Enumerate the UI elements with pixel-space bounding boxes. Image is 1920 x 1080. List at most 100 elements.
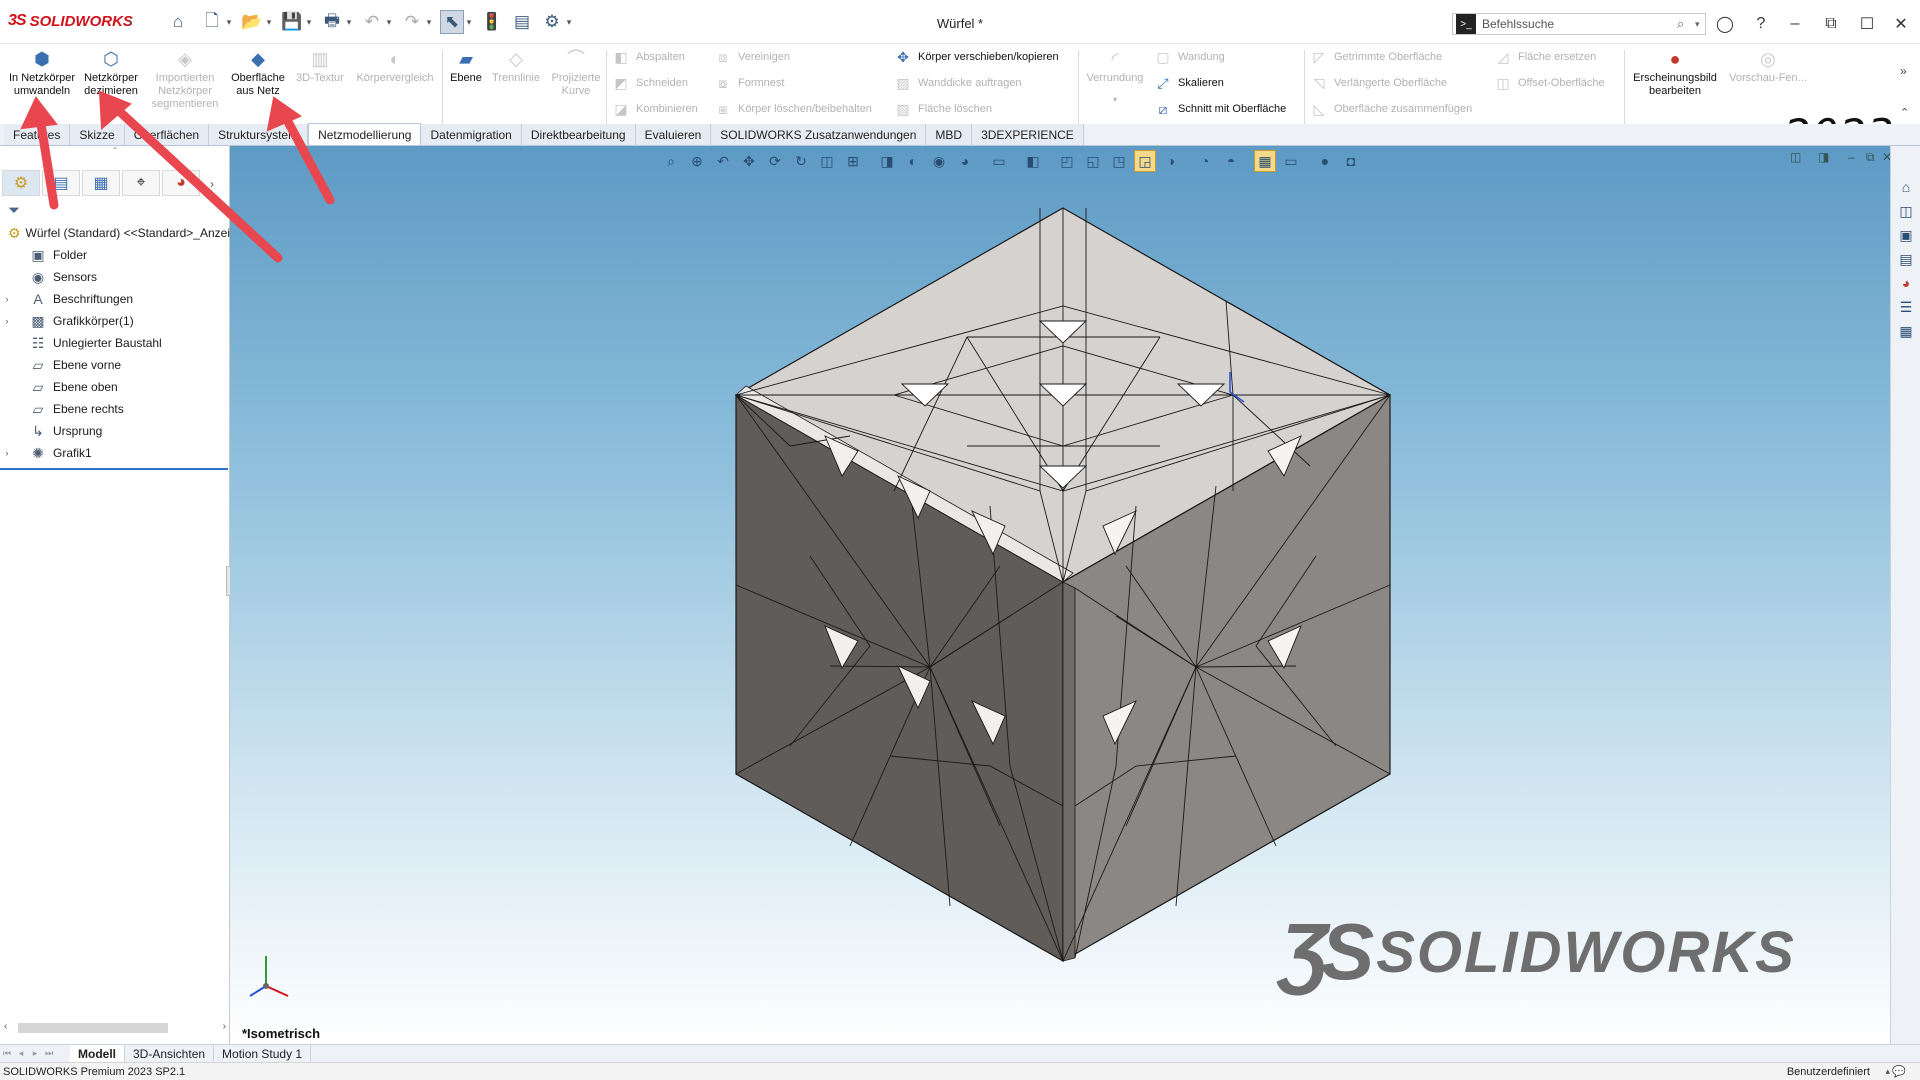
search-icon[interactable]: ⌕ xyxy=(1677,16,1695,32)
extended-surface-button[interactable]: ◹ Verlängerte Oberfläche xyxy=(1310,72,1448,94)
feature-manager-icon[interactable]: ⚙ xyxy=(2,170,40,196)
select-icon[interactable]: ⬉ xyxy=(440,10,464,34)
chevron-down-icon[interactable]: ▾ xyxy=(1695,19,1705,30)
options-gear-icon[interactable]: ⚙ xyxy=(540,10,564,34)
expand-icon[interactable]: › xyxy=(0,294,14,304)
knit-surface-button[interactable]: ◺ Oberfläche zusammenfügen xyxy=(1310,98,1473,120)
chevron-down-icon[interactable]: ▾ xyxy=(424,17,434,28)
thicken-button[interactable]: ▨ Wanddicke auftragen xyxy=(894,72,1021,94)
tree-item-graphics-bodies[interactable]: › ▩ Grafikkörper(1) xyxy=(0,310,230,332)
preview-window-button[interactable]: ◎ Vorschau-Fen... xyxy=(1726,48,1810,85)
configuration-manager-icon[interactable]: ▦ xyxy=(82,170,120,196)
open-icon[interactable]: 📂 xyxy=(240,10,264,34)
unit-system-selector[interactable]: Benutzerdefiniert xyxy=(1787,1066,1870,1078)
chevron-up-icon[interactable]: ▴ xyxy=(1885,1066,1890,1077)
search-placeholder[interactable]: Befehlssuche xyxy=(1482,17,1677,31)
tree-item-top-plane[interactable]: ▱ Ebene oben xyxy=(0,376,230,398)
chevron-down-icon[interactable]: ▾ xyxy=(344,17,354,28)
tab-mesh-modeling[interactable]: Netzmodellierung xyxy=(308,123,422,145)
cavity-button[interactable]: ⧇ Formnest xyxy=(714,72,785,94)
move-copy-body-button[interactable]: ✥ Körper verschieben/kopieren xyxy=(894,46,1059,68)
tab-direct-editing[interactable]: Direktbearbeitung xyxy=(521,124,636,145)
chevron-down-icon[interactable]: ▾ xyxy=(304,17,314,28)
body-compare-button[interactable]: ◐ Körpervergleich xyxy=(352,48,438,85)
tab-features[interactable]: Features xyxy=(4,124,71,145)
file-explorer-icon[interactable]: ▤ xyxy=(1893,248,1919,270)
3d-texture-button[interactable]: ▥ 3D-Textur xyxy=(292,48,348,85)
tree-item-sensors[interactable]: ◉ Sensors xyxy=(0,266,230,288)
replace-face-button[interactable]: ◿ Fläche ersetzen xyxy=(1494,46,1597,68)
solidworks-forum-icon[interactable]: ▦ xyxy=(1893,320,1919,342)
first-tab-icon[interactable]: ⏮ xyxy=(0,1048,14,1059)
split-line-button[interactable]: ◇ Trennlinie xyxy=(488,48,544,85)
appearances-icon[interactable]: ◕ xyxy=(1893,272,1919,294)
tab-motion-study[interactable]: Motion Study 1 xyxy=(214,1045,312,1062)
plane-button[interactable]: ▰ Ebene xyxy=(446,48,486,85)
tab-3d-views[interactable]: 3D-Ansichten xyxy=(125,1045,215,1062)
tree-item-material[interactable]: ☷ Unlegierter Baustahl xyxy=(0,332,230,354)
solidworks-logo[interactable]: 3S SOLIDWORKS xyxy=(8,12,133,30)
shell-button[interactable]: ▢ Wandung xyxy=(1154,46,1224,68)
chevron-right-icon[interactable]: › xyxy=(202,170,222,198)
print-icon[interactable]: 🖶 xyxy=(320,10,344,34)
edit-appearance-button[interactable]: ● Erscheinungsbild bearbeiten xyxy=(1628,48,1722,98)
home-icon[interactable]: ⌂ xyxy=(1893,176,1919,198)
tree-item-front-plane[interactable]: ▱ Ebene vorne xyxy=(0,354,230,376)
undo-icon[interactable]: ↶ xyxy=(360,10,384,34)
tree-item-part[interactable]: ⚙ Würfel (Standard) <<Standard>_Anzei xyxy=(0,222,230,244)
tree-item-origin[interactable]: ↳ Ursprung xyxy=(0,420,230,442)
combine-button[interactable]: ◪ Kombinieren xyxy=(612,98,697,120)
home-icon[interactable]: ⌂ xyxy=(166,10,190,34)
custom-properties-icon[interactable]: ☰ xyxy=(1893,296,1919,318)
command-search-box[interactable]: >_ Befehlssuche ⌕ ▾ xyxy=(1452,13,1706,35)
help-icon[interactable]: ? xyxy=(1748,12,1774,36)
rollback-bar[interactable] xyxy=(0,468,228,470)
split-body-button[interactable]: ◧ Abspalten xyxy=(612,46,685,68)
tab-evaluate[interactable]: Evaluieren xyxy=(635,124,712,145)
maximize-icon[interactable]: ☐ xyxy=(1854,12,1880,36)
file-properties-icon[interactable]: ▤ xyxy=(510,10,534,34)
save-icon[interactable]: 💾 xyxy=(280,10,304,34)
design-library-icon[interactable]: ▣ xyxy=(1893,224,1919,246)
segment-mesh-button[interactable]: ◈ Importierten Netzkörper segmentieren xyxy=(146,48,224,111)
chevron-down-icon[interactable]: ▾ xyxy=(1113,93,1117,106)
projected-curve-button[interactable]: ⌒ Projizierte Kurve xyxy=(548,48,604,98)
scroll-left-icon[interactable]: ‹ xyxy=(4,1021,7,1032)
graphics-area[interactable]: ⌕ ⊕ ↶ ✥ ⟳ ↻ ◫ ⊞ ◨ ◐ ◉ ◕ ▭ ◧ ◰ ◱ ◳ ◲ ◑ ◔ … xyxy=(230,146,1890,1044)
property-manager-icon[interactable]: ▤ xyxy=(42,170,80,196)
tab-mbd[interactable]: MBD xyxy=(926,124,973,145)
tile-windows-icon[interactable]: ⧉ xyxy=(1818,12,1844,36)
scale-button[interactable]: ⤢ Skalieren xyxy=(1154,72,1223,94)
decimate-mesh-button[interactable]: ⬡ Netzkörper dezimieren xyxy=(78,48,144,98)
minimize-icon[interactable]: – xyxy=(1782,12,1808,36)
user-account-icon[interactable]: ◯ xyxy=(1712,12,1738,36)
offset-surface-button[interactable]: ◫ Offset-Oberfläche xyxy=(1494,72,1604,94)
prev-tab-icon[interactable]: ◂ xyxy=(14,1048,28,1059)
panel-horizontal-scrollbar[interactable]: ‹ › xyxy=(4,1021,226,1035)
chevron-down-icon[interactable]: ▾ xyxy=(564,17,574,28)
filter-icon[interactable]: ⏷ xyxy=(8,202,20,219)
delete-keep-body-button[interactable]: ⧆ Körper löschen/beibehalten xyxy=(714,98,872,120)
scroll-right-icon[interactable]: › xyxy=(223,1021,226,1032)
ribbon-collapse-icon[interactable]: ⌃ xyxy=(1900,106,1909,119)
trimmed-surface-button[interactable]: ◸ Getrimmte Oberfläche xyxy=(1310,46,1443,68)
panel-grip-icon[interactable]: ⌃ xyxy=(0,146,230,158)
rebuild-icon[interactable]: 🚦 xyxy=(480,10,504,34)
cut-button[interactable]: ◩ Schneiden xyxy=(612,72,688,94)
chevron-down-icon[interactable]: ▾ xyxy=(224,17,234,28)
resources-icon[interactable]: ◫ xyxy=(1893,200,1919,222)
dimxpert-icon[interactable]: ⌖ xyxy=(122,170,160,196)
display-manager-icon[interactable]: ◕ xyxy=(162,170,200,196)
tab-sketch[interactable]: Skizze xyxy=(70,124,125,145)
expand-icon[interactable]: › xyxy=(0,316,14,326)
chevron-down-icon[interactable]: ▾ xyxy=(264,17,274,28)
convert-to-mesh-button[interactable]: ⬢ In Netzkörper umwandeln xyxy=(6,48,78,98)
tab-data-migration[interactable]: Datenmigration xyxy=(421,124,522,145)
tree-item-folder[interactable]: ▣ Folder xyxy=(0,244,230,266)
chevron-down-icon[interactable]: ▾ xyxy=(464,17,474,28)
delete-face-button[interactable]: ▧ Fläche löschen xyxy=(894,98,992,120)
tree-item-right-plane[interactable]: ▱ Ebene rechts xyxy=(0,398,230,420)
notifications-icon[interactable]: 💬 xyxy=(1892,1065,1906,1078)
ribbon-more-icon[interactable]: » xyxy=(1900,64,1907,78)
next-tab-icon[interactable]: ▸ xyxy=(28,1048,42,1059)
